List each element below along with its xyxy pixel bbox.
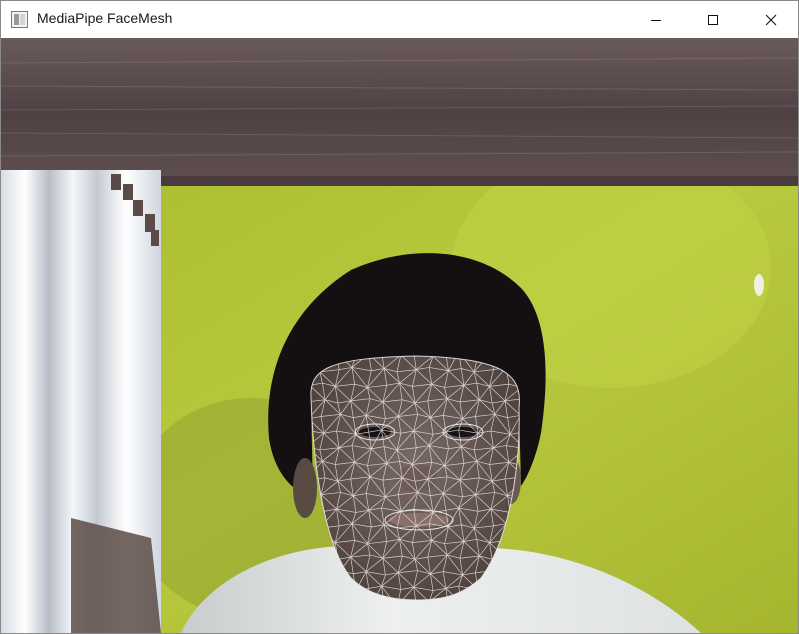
window-title: MediaPipe FaceMesh — [37, 10, 173, 26]
close-icon — [765, 14, 777, 26]
close-button[interactable] — [748, 1, 794, 38]
wall-spot — [754, 274, 764, 296]
left-ear — [293, 458, 317, 518]
title-bar[interactable]: MediaPipe FaceMesh — [1, 1, 798, 38]
minimize-icon — [650, 14, 662, 26]
facemesh-window: MediaPipe FaceMesh — [0, 0, 799, 634]
webcam-feed — [1, 38, 798, 633]
right-eye — [447, 427, 479, 437]
video-frame — [1, 38, 798, 633]
minimize-button[interactable] — [633, 1, 679, 38]
maximize-button[interactable] — [690, 1, 736, 38]
maximize-icon — [707, 14, 719, 26]
opencv-window-icon — [11, 11, 28, 28]
